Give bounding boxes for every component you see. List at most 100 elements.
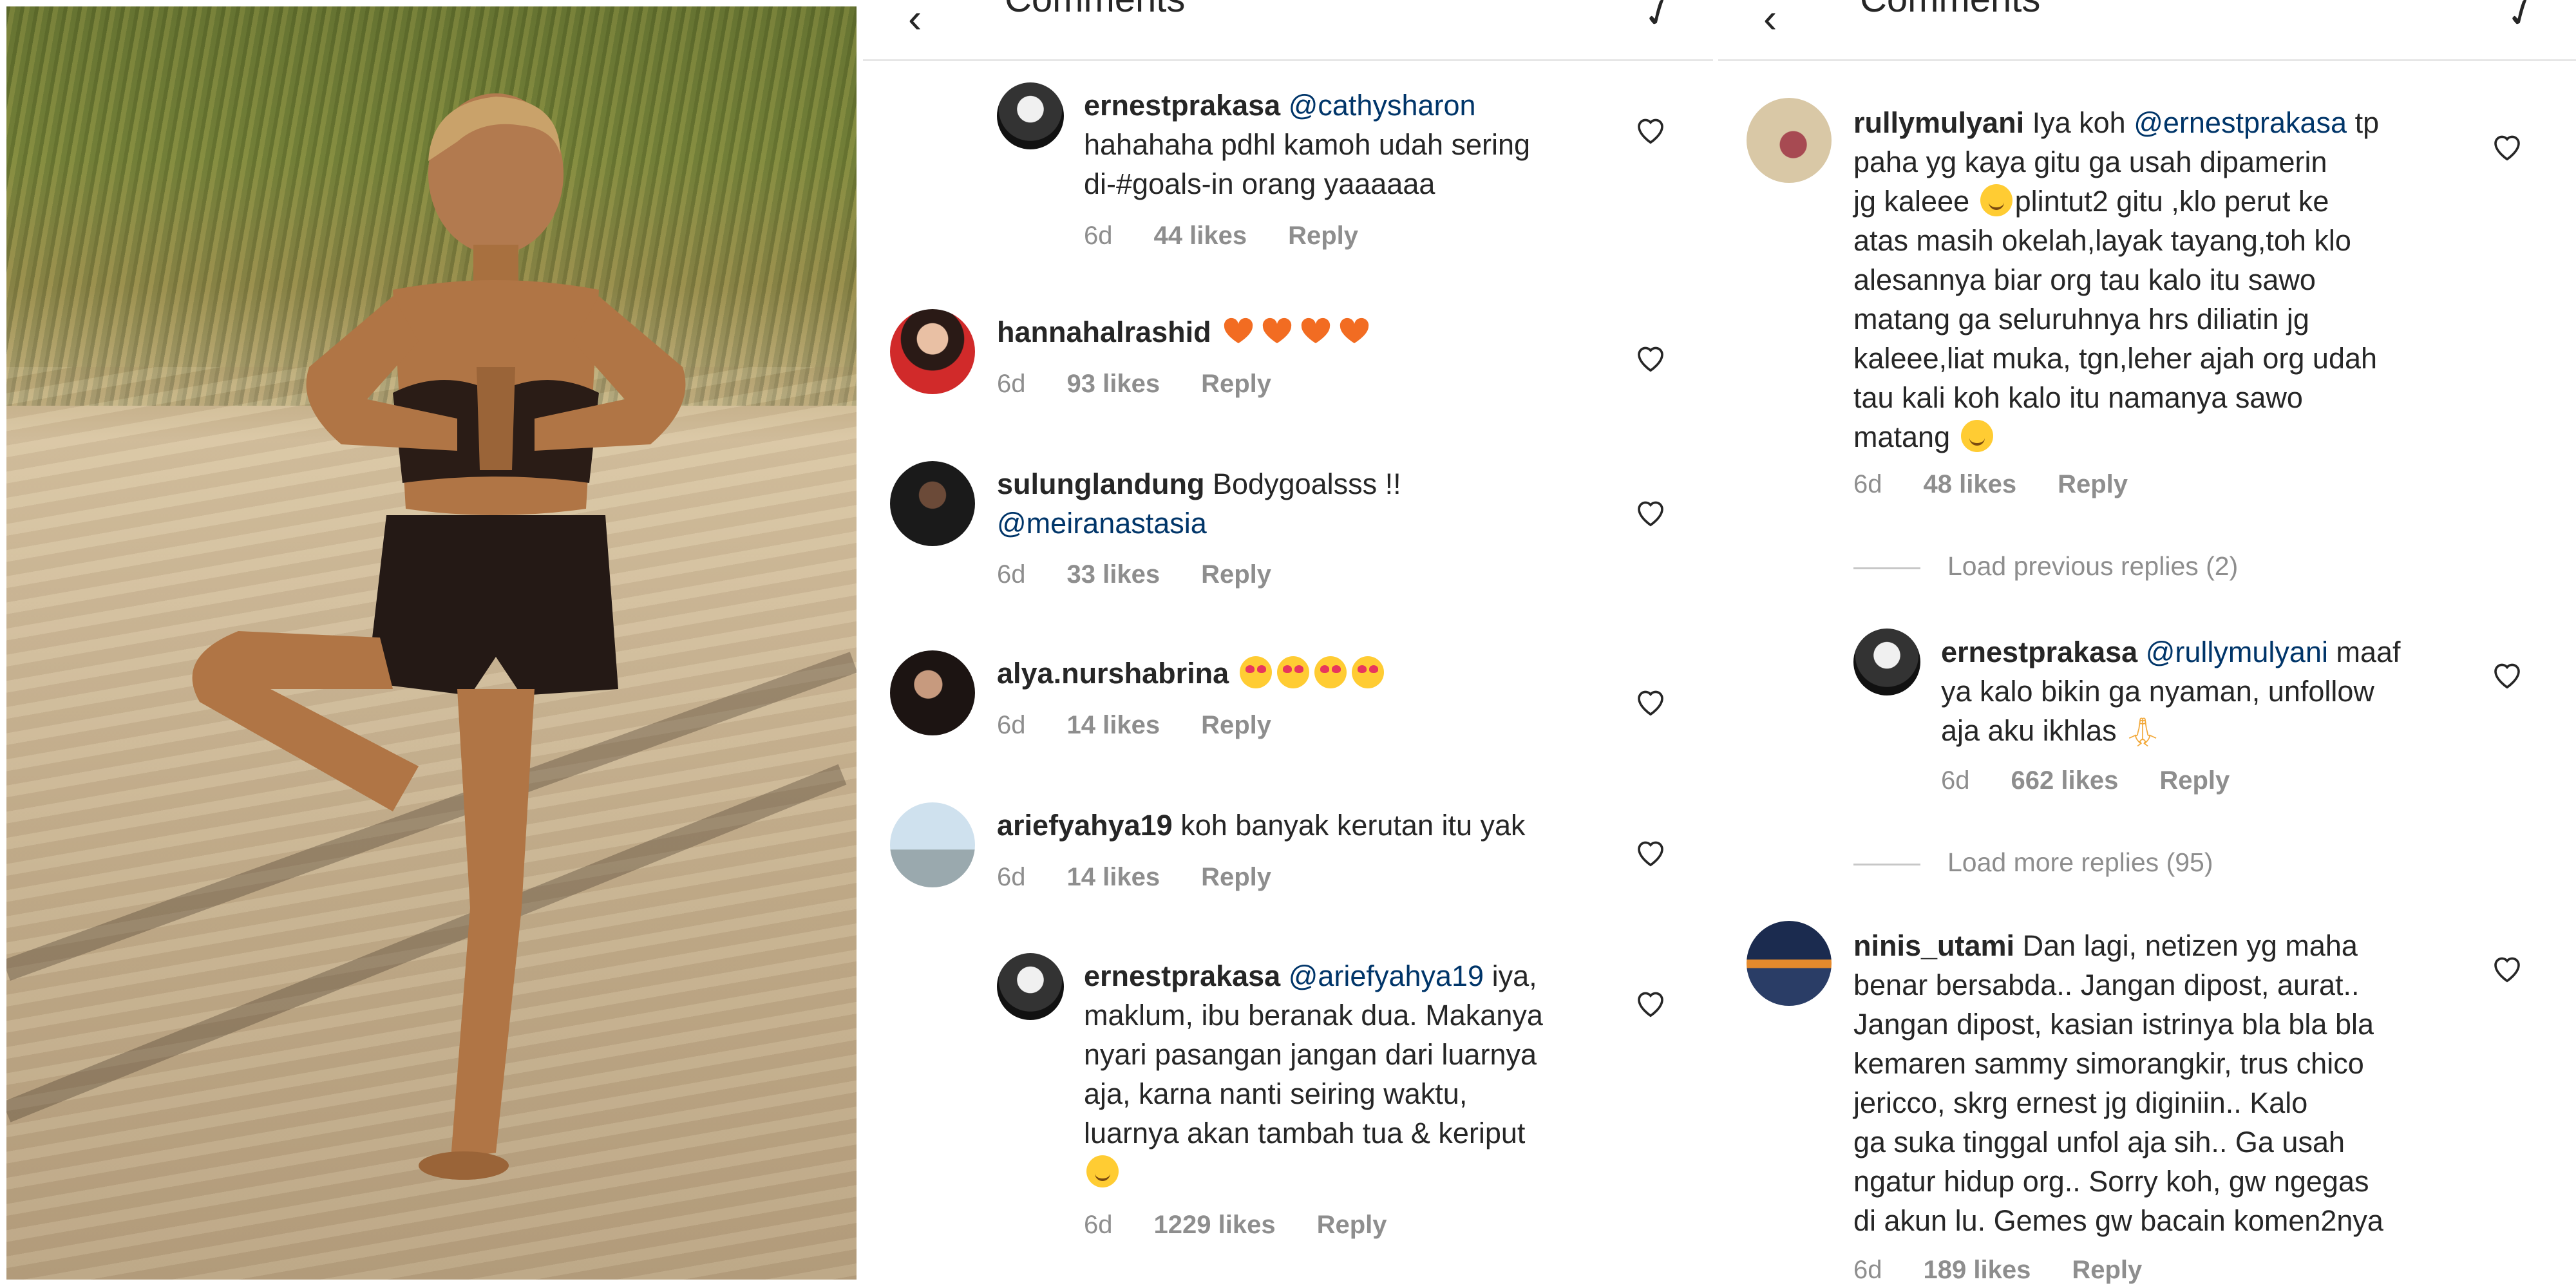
reply-button[interactable]: Reply [1201,370,1271,398]
comment-username[interactable]: alya.nurshabrina [997,657,1229,690]
load-more-replies[interactable]: Load more replies (95) [1853,847,2213,878]
like-heart-icon[interactable] [1633,112,1668,147]
comment-text: luarnya akan tambah tua & keriput [1084,1117,1526,1149]
comment-text: benar bersabda.. Jangan dipost, aurat.. [1853,969,2360,1001]
comments-panel-left: ‹ Comments ✓ ernestprakasa @cathysharon … [863,0,1713,1286]
comment-text: koh banyak kerutan itu yak [1180,809,1526,842]
likes-count[interactable]: 44 likes [1154,222,1247,250]
comment-username[interactable]: ninis_utami [1853,929,2014,962]
comment-username[interactable]: ariefyahya19 [997,809,1173,842]
comment-username[interactable]: rullymulyani [1853,106,2024,139]
comment-text: kemaren sammy simorangkir, trus chico [1853,1047,2364,1080]
like-heart-icon[interactable] [2490,950,2524,985]
like-heart-icon[interactable] [2490,657,2524,692]
comment-reply: ernestprakasa @cathysharon hahahaha pdhl… [863,0,1713,258]
reply-button[interactable]: Reply [1201,711,1271,739]
comment-text: plintut2 gitu ,klo perut ke [2014,185,2329,218]
comment: sulunglandung Bodygoalsss !! @meiranasta… [863,435,1713,596]
comment-username[interactable]: ernestprakasa [1941,636,2137,668]
comment-time: 6d [997,370,1026,398]
comment-text: tp [2354,106,2380,139]
reply-button[interactable]: Reply [1288,222,1358,250]
reply-button[interactable]: Reply [1201,560,1271,589]
orange-heart-icon [1224,317,1253,343]
comment-text: Dan lagi, [2022,929,2137,962]
comment-time: 6d [1853,1256,1882,1284]
like-heart-icon[interactable] [2490,129,2524,164]
mention-link[interactable]: @ariefyahya19 [1289,960,1484,992]
like-heart-icon[interactable] [1633,985,1668,1020]
mention-link[interactable]: @meiranastasia [997,507,1207,540]
comment-text: ga suka tinggal unfol aja sih.. Ga usah [1853,1126,2345,1158]
likes-count[interactable]: 14 likes [1067,863,1160,891]
comment-username[interactable]: ernestprakasa [1084,89,1280,122]
comment-text: aja aku ikhlas [1941,714,2117,747]
comment-text: tau kali koh kalo itu namanya sawo [1853,381,2303,414]
reply-button[interactable]: Reply [1317,1211,1387,1239]
avatar[interactable] [890,309,975,394]
comment-username[interactable]: hannahalrashid [997,316,1211,348]
heart-eyes-emoji-icon [1276,656,1309,688]
mention-link[interactable]: @cathysharon [1289,89,1476,122]
comment-text: di akun lu. Gemes gw bacain komen2nya [1853,1204,2383,1237]
avatar[interactable] [1747,98,1832,183]
comment-text: atas masih okelah,layak tayang,toh klo [1853,224,2351,257]
comment-text: maaf [2336,636,2401,668]
avatar[interactable] [1747,921,1832,1006]
likes-count[interactable]: 48 likes [1924,470,2017,498]
comment-text: ya kalo bikin ga nyaman, unfollow [1941,675,2374,708]
reply-button[interactable]: Reply [2072,1256,2142,1284]
likes-count[interactable]: 14 likes [1067,711,1160,739]
comment-text: maklum, ibu beranak dua. Makanya [1084,999,1543,1032]
likes-count[interactable]: 93 likes [1067,370,1160,398]
comment-text: hahahaha pdhl kamoh udah sering [1084,128,1531,161]
comment: ariefyahya19 koh banyak kerutan itu yak … [863,777,1713,905]
avatar[interactable] [890,461,975,546]
comment-time: 6d [997,863,1026,891]
orange-heart-icon [1301,317,1331,343]
comment-text: Iya koh [2032,106,2126,139]
comment-time: 6d [997,711,1026,739]
comment-text: ngatur hidup org.. Sorry koh, gw ngegas [1853,1165,2369,1198]
load-previous-replies[interactable]: Load previous replies (2) [1853,551,2238,582]
comment-reply: ernestprakasa @ariefyahya19 iya, maklum,… [863,927,1713,1249]
heart-eyes-emoji-icon [1314,656,1347,688]
avatar[interactable] [997,953,1064,1020]
smile-emoji-icon [1086,1155,1119,1187]
avatar[interactable] [1853,629,1920,695]
like-heart-icon[interactable] [1633,340,1668,375]
smile-emoji-icon [1980,184,2012,216]
comment-text: di-#goals-in orang yaaaaaa [1084,167,1435,200]
avatar[interactable] [997,82,1064,149]
comments-panel-right: ‹ Comments ✓ rullymulyani Iya koh @ernes… [1718,0,2576,1286]
comment-text: aja, karna nanti seiring waktu, [1084,1077,1468,1110]
comment-text: nyari pasangan jangan dari luarnya [1084,1038,1537,1071]
likes-count[interactable]: 1229 likes [1154,1211,1276,1239]
comment-username[interactable]: ernestprakasa [1084,960,1280,992]
orange-heart-icon [1262,317,1292,343]
comment-username[interactable]: sulunglandung [997,468,1204,500]
like-heart-icon[interactable] [1633,684,1668,719]
likes-count[interactable]: 189 likes [1924,1256,2031,1284]
comment-text: jg kaleee [1853,185,1970,218]
likes-count[interactable]: 33 likes [1067,560,1160,589]
reply-button[interactable]: Reply [1201,863,1271,891]
person-figure [192,93,686,1180]
like-heart-icon[interactable] [1633,835,1668,869]
comment: alya.nurshabrina 6d 14 likes Reply [863,625,1713,753]
likes-count[interactable]: 662 likes [2011,766,2119,795]
comment-text: matang [1853,421,1951,453]
like-heart-icon[interactable] [1633,495,1668,529]
comment: ninis_utami Dan lagi, netizen yg maha be… [1718,895,2576,1286]
mention-link[interactable]: @rullymulyani [2146,636,2328,668]
divider-line [1853,567,1920,569]
mention-link[interactable]: @ernestprakasa [2134,106,2347,139]
reply-button[interactable]: Reply [2058,470,2128,498]
avatar[interactable] [890,802,975,887]
post-photo [6,6,857,1280]
reply-button[interactable]: Reply [2159,766,2230,795]
avatar[interactable] [890,650,975,735]
heart-eyes-emoji-icon [1239,656,1272,688]
comment-text: kaleee,liat muka, tgn,leher ajah org uda… [1853,342,2378,375]
comment: hannahalrashid 6d 93 likes Reply [863,283,1713,412]
